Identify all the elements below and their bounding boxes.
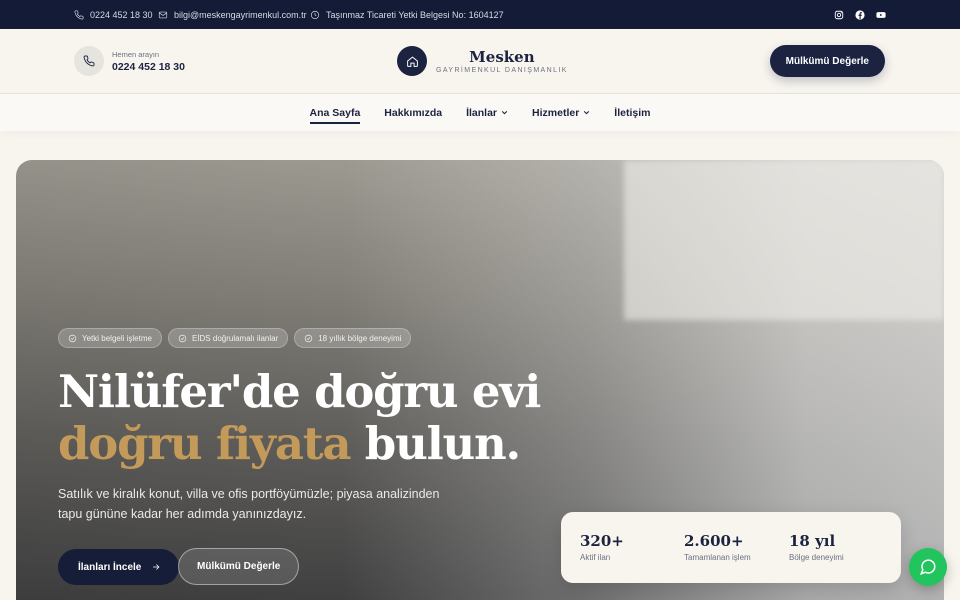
- hero-lead: Satılık ve kiralık konut, villa ve ofis …: [58, 487, 440, 521]
- stat-label: Tamamlanan işlem: [684, 553, 751, 562]
- brand-subtitle: GAYRİMENKUL DANIŞMANLIK: [436, 67, 568, 74]
- hero-title-highlight: doğru fiyata: [58, 417, 352, 470]
- stat-value: 2.600+: [684, 532, 744, 550]
- badge-licensed: Yetki belgeli işletme: [58, 328, 162, 348]
- youtube-icon[interactable]: [876, 10, 886, 20]
- call-label: Hemen arayın: [112, 49, 160, 59]
- nav-item-label: İlanlar: [466, 106, 498, 119]
- whatsapp-button[interactable]: [909, 548, 947, 586]
- nav-item-listings[interactable]: İlanlar: [466, 94, 508, 131]
- badge-text: Yetki belgeli işletme: [82, 333, 152, 343]
- browse-listings-label: İlanları İncele: [78, 561, 142, 573]
- stat-completed-deals: 2.600+ Tamamlanan işlem: [684, 532, 751, 562]
- nav-item-label: Hakkımızda: [384, 106, 443, 119]
- check-circle-icon: [178, 334, 187, 342]
- stat-value: 18 yıl: [789, 532, 836, 550]
- clock-icon: [310, 10, 320, 19]
- mail-icon: [158, 11, 168, 18]
- brand-name: Mesken: [469, 48, 535, 66]
- chat-icon: [919, 559, 936, 576]
- check-circle-icon: [305, 334, 313, 342]
- stat-experience: 18 yıl Bölge deneyimi: [789, 532, 844, 562]
- hero-section: Yetki belgeli işletme EİDS doğrulamalı i…: [16, 160, 944, 600]
- hero-title-line1: Nilüfer'de doğru evi: [58, 365, 541, 418]
- topbar-license-text: Taşınmaz Ticareti Yetki Belgesi No: 1604…: [326, 9, 504, 20]
- nav-item-services[interactable]: Hizmetler: [532, 94, 590, 131]
- brand-logo[interactable]: Mesken GAYRİMENKUL DANIŞMANLIK: [397, 46, 568, 76]
- hero-title-line2: doğru fiyata bulun.: [58, 418, 540, 470]
- home-icon: [397, 46, 427, 76]
- phone-icon: [74, 9, 84, 19]
- badge-experience: 18 yıllık bölge deneyimi: [294, 328, 412, 348]
- badge-text: 18 yıllık bölge deneyimi: [318, 333, 402, 343]
- topbar-email-text: bilgi@meskengayrimenkul.com.tr: [174, 9, 307, 20]
- stat-active-listings: 320+ Aktif ilan: [580, 532, 624, 562]
- call-number: 0224 452 18 30: [112, 60, 185, 73]
- topbar-phone-text: 0224 452 18 30: [90, 9, 153, 20]
- stats-card: 320+ Aktif ilan 2.600+ Tamamlanan işlem …: [561, 512, 901, 583]
- facebook-icon[interactable]: [855, 9, 865, 20]
- phone-icon: [74, 46, 104, 76]
- call-block[interactable]: Hemen arayın 0224 452 18 30: [74, 46, 185, 76]
- hero-value-property-button[interactable]: Mülkümü Değerle: [178, 548, 300, 585]
- social-links: [834, 0, 886, 29]
- site-header: Hemen arayın 0224 452 18 30 Mesken GAYRİ…: [0, 29, 960, 94]
- stat-label: Aktif ilan: [580, 553, 611, 562]
- trust-badges: Yetki belgeli işletme EİDS doğrulamalı i…: [58, 328, 412, 348]
- nav-item-label: Hizmetler: [532, 106, 580, 119]
- arrow-right-icon: [153, 564, 160, 570]
- top-bar: 0224 452 18 30 bilgi@meskengayrimenkul.c…: [0, 0, 960, 29]
- topbar-license: Taşınmaz Ticareti Yetki Belgesi No: 1604…: [310, 0, 504, 29]
- nav-item-label: İletişim: [614, 106, 651, 119]
- chevron-down-icon: [584, 110, 590, 115]
- topbar-email[interactable]: bilgi@meskengayrimenkul.com.tr: [158, 0, 307, 29]
- nav-item-contact[interactable]: İletişim: [614, 94, 650, 131]
- main-nav: Ana Sayfa Hakkımızda İlanlar Hizmetler İ…: [0, 94, 960, 131]
- badge-text: EİDS doğrulamalı ilanlar: [191, 333, 279, 343]
- stat-label: Bölge deneyimi: [789, 553, 844, 562]
- chevron-down-icon: [501, 110, 508, 115]
- nav-item-home[interactable]: Ana Sayfa: [309, 94, 361, 131]
- value-property-button[interactable]: Mülkümü Değerle: [769, 45, 885, 77]
- hero-title: Nilüfer'de doğru evi doğru fiyata bulun.: [58, 365, 541, 470]
- check-circle-icon: [68, 334, 77, 342]
- badge-eids: EİDS doğrulamalı ilanlar: [167, 328, 289, 348]
- hero-title-rest: bulun.: [350, 417, 521, 470]
- nav-item-label: Ana Sayfa: [309, 106, 361, 119]
- browse-listings-button[interactable]: İlanları İncele: [58, 549, 180, 585]
- nav-item-about[interactable]: Hakkımızda: [384, 94, 442, 131]
- stat-value: 320+: [580, 532, 624, 550]
- hero-background-highlight: [624, 160, 944, 320]
- topbar-phone[interactable]: 0224 452 18 30: [74, 0, 153, 29]
- instagram-icon[interactable]: [834, 10, 844, 20]
